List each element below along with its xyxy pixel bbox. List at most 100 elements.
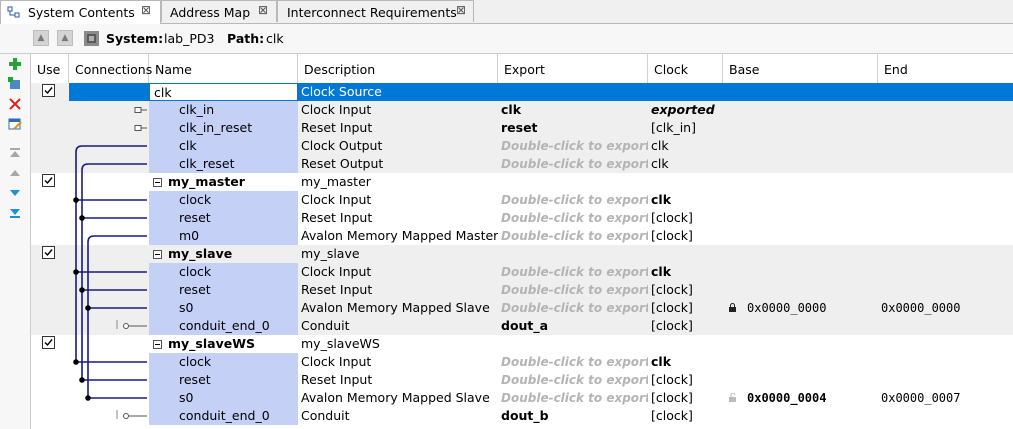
use-cell (31, 299, 69, 317)
close-icon[interactable]: ⊠ (258, 3, 268, 17)
use-cell (31, 137, 69, 155)
tab-address-map[interactable]: Address Map ⊠ (161, 0, 277, 22)
interface-row[interactable]: clk_in Clock Input clk exported (31, 101, 1013, 119)
move-down-icon[interactable] (8, 186, 22, 200)
interface-name: clk (149, 137, 298, 155)
move-up-icon[interactable] (8, 166, 22, 180)
export-cell[interactable] (498, 245, 648, 263)
export-hint[interactable]: Double-click to export (498, 155, 648, 173)
column-header-description[interactable]: Description (298, 54, 498, 83)
move-bottom-icon[interactable] (8, 206, 22, 220)
component-row[interactable]: my_slaveWS my_slaveWS (31, 335, 1013, 353)
export-hint[interactable]: Double-click to export (498, 299, 648, 317)
move-top-icon[interactable] (8, 146, 22, 160)
column-header-connections[interactable]: Connections (69, 54, 152, 83)
base-address-cell (723, 83, 878, 101)
component-row[interactable]: clk Clock Source (31, 83, 1013, 101)
use-cell (31, 227, 69, 245)
column-header-use[interactable]: Use (31, 54, 69, 83)
collapse-icon[interactable] (153, 340, 162, 349)
connection-dot (85, 395, 91, 401)
export-cell[interactable]: clk (498, 101, 648, 119)
tab-system-contents[interactable]: System Contents ⊠ (0, 0, 161, 24)
interface-row[interactable]: reset Reset Input Double-click to export [c… (31, 209, 1013, 227)
clock-cell (648, 83, 723, 101)
interface-row[interactable]: reset Reset Input Double-click to export [c… (31, 371, 1013, 389)
interface-row[interactable]: conduit_end_0 Conduit dout_a [clock] (31, 317, 1013, 335)
collapse-icon[interactable] (153, 250, 162, 259)
export-cell[interactable] (498, 335, 648, 353)
use-checkbox[interactable] (42, 174, 55, 187)
description-cell: Reset Input (301, 210, 373, 225)
export-cell[interactable]: reset (498, 119, 648, 137)
interface-row[interactable]: s0 Avalon Memory Mapped Slave Double-click… (31, 389, 1013, 407)
interface-row[interactable]: clock Clock Input Double-click to export cl… (31, 353, 1013, 371)
tab-interconnect-requirements[interactable]: Interconnect Requirements ⊠ (277, 0, 474, 22)
export-cell[interactable]: dout_b (498, 407, 648, 425)
base-address-cell (723, 191, 878, 209)
export-cell[interactable]: dout_a (498, 317, 648, 335)
interface-row[interactable]: clk_in_reset Reset Input reset [clk_in] (31, 119, 1013, 137)
column-header-base[interactable]: Base (723, 54, 878, 83)
clock-cell: [clk_in] (651, 120, 696, 135)
collapse-up-button[interactable]: ▲ (33, 30, 49, 46)
interface-row[interactable]: reset Reset Input Double-click to export [c… (31, 281, 1013, 299)
base-address-cell (723, 407, 878, 425)
base-address-cell (723, 227, 878, 245)
export-hint[interactable]: Double-click to export (498, 263, 648, 281)
component-row[interactable]: my_slave my_slave (31, 245, 1013, 263)
export-port-marker (134, 125, 142, 131)
export-hint[interactable]: Double-click to export (498, 191, 648, 209)
use-checkbox[interactable] (42, 246, 55, 259)
column-header-name[interactable]: Name (149, 54, 298, 83)
end-address-cell (878, 101, 1013, 119)
use-checkbox[interactable] (42, 336, 55, 349)
component-row[interactable]: my_master my_master (31, 173, 1013, 191)
export-hint[interactable]: Double-click to export (498, 371, 648, 389)
export-hint[interactable]: Double-click to export (498, 209, 648, 227)
column-header-export[interactable]: Export (498, 54, 648, 83)
close-icon[interactable]: ⊠ (456, 3, 466, 17)
export-cell[interactable] (498, 173, 648, 191)
interface-row[interactable]: m0 Avalon Memory Mapped Master Double-clic… (31, 227, 1013, 245)
export-hint[interactable]: Double-click to export (498, 227, 648, 245)
export-hint[interactable]: Double-click to export (498, 389, 648, 407)
component-name-text: my_master (168, 174, 245, 189)
path-label: Path: (227, 31, 265, 46)
checkmark-icon (44, 339, 53, 347)
base-address-cell (723, 371, 878, 389)
interface-row[interactable]: conduit_end_0 Conduit dout_b [clock] (31, 407, 1013, 425)
close-icon[interactable]: ⊠ (141, 3, 151, 17)
base-address-cell (723, 101, 878, 119)
add-icon[interactable] (8, 57, 22, 71)
use-checkbox[interactable] (42, 84, 55, 97)
export-cell[interactable] (498, 83, 648, 101)
interface-row[interactable]: clock Clock Input Double-click to export cl… (31, 191, 1013, 209)
clock-cell (648, 335, 723, 353)
export-hint[interactable]: Double-click to export (498, 137, 648, 155)
base-address-cell: 0x0000_0004 (723, 389, 878, 407)
collapse-icon[interactable] (153, 178, 162, 187)
remove-icon[interactable] (8, 97, 22, 111)
tab-label: Interconnect Requirements (287, 5, 457, 20)
use-cell (31, 335, 69, 353)
base-address-cell (723, 335, 878, 353)
description-cell: Clock Input (301, 264, 372, 279)
interface-row[interactable]: clock Clock Input Double-click to export cl… (31, 263, 1013, 281)
interface-row[interactable]: clk_reset Reset Output Double-click to exp… (31, 155, 1013, 173)
system-label: System: (106, 31, 164, 46)
export-hint[interactable]: Double-click to export (498, 353, 648, 371)
navigate-up-button[interactable]: ▲ (57, 30, 73, 46)
column-header-end[interactable]: End (878, 54, 1013, 83)
end-address-cell (878, 353, 1013, 371)
clock-trunk-line (75, 145, 147, 362)
interface-row[interactable]: s0 Avalon Memory Mapped Slave Double-click… (31, 299, 1013, 317)
column-header-clock[interactable]: Clock (648, 54, 723, 83)
edit-icon[interactable] (8, 117, 22, 131)
base-address-cell (723, 353, 878, 371)
component-name: my_slave (149, 245, 298, 263)
export-hint[interactable]: Double-click to export (498, 281, 648, 299)
interface-row[interactable]: clk Clock Output Double-click to export clk (31, 137, 1013, 155)
add-component-icon[interactable] (8, 77, 22, 91)
interface-name: s0 (149, 389, 298, 407)
